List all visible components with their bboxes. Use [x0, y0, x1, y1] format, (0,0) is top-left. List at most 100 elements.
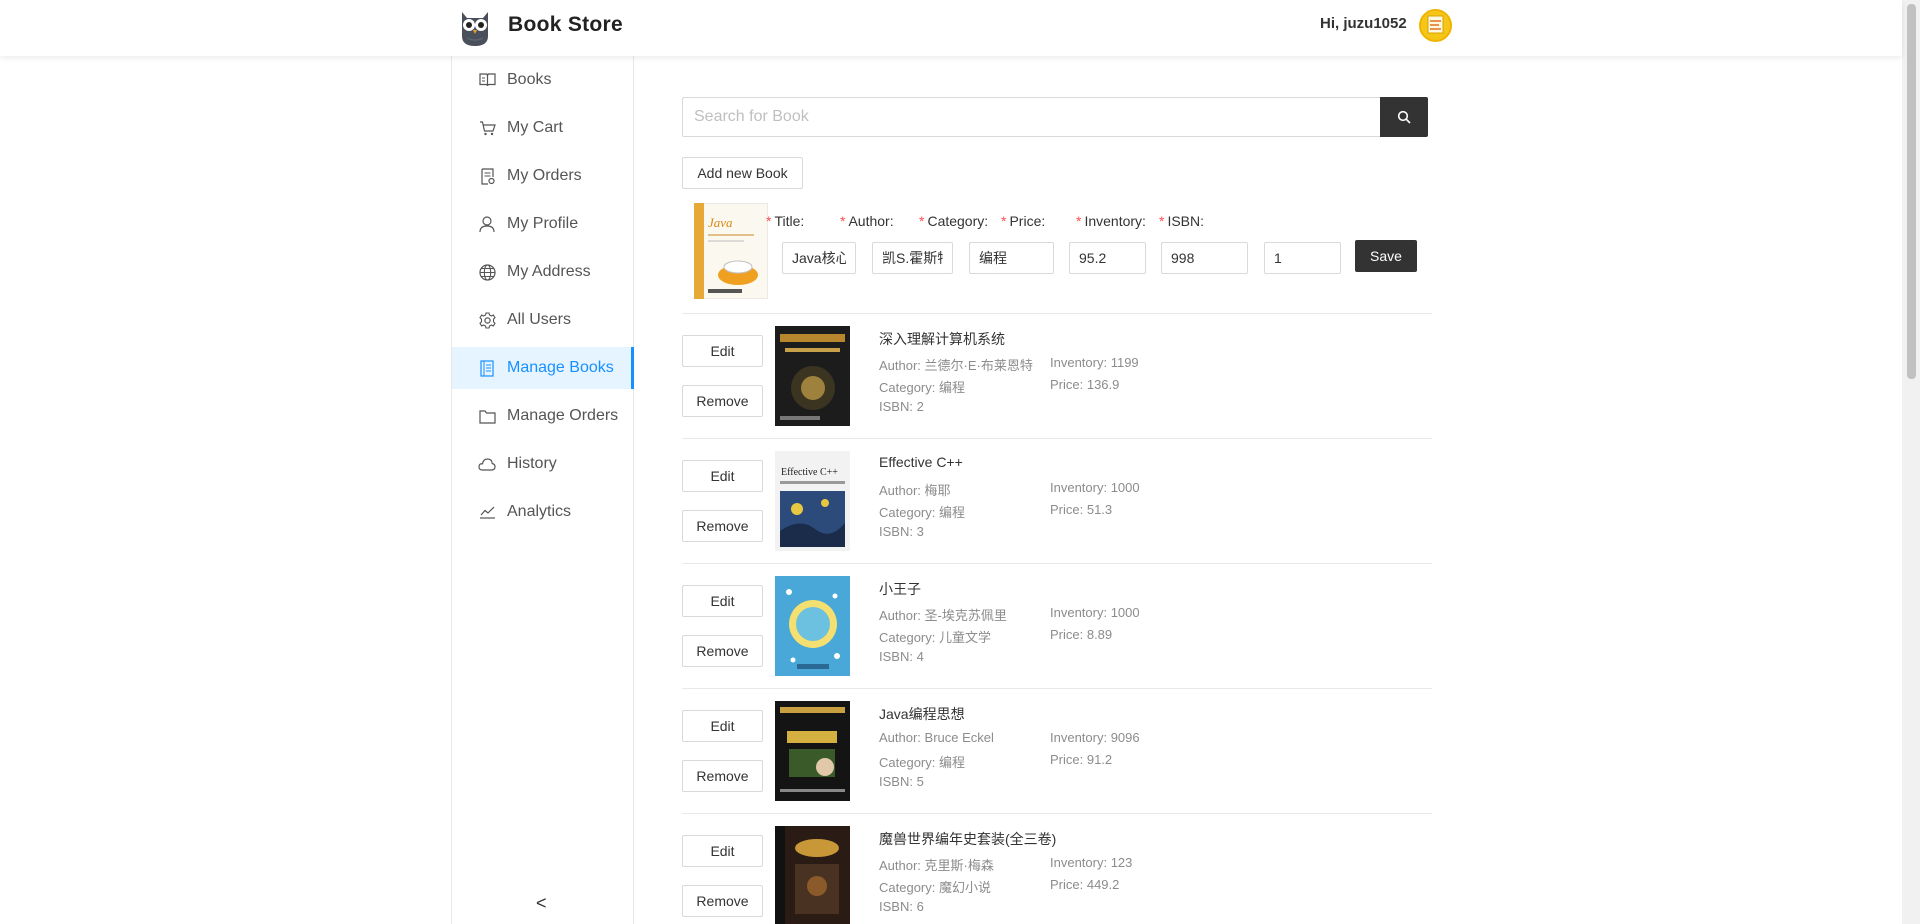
edit-book-form: Java * Title: * Author: * Category: * Price:…: [682, 199, 1432, 303]
remove-book-button[interactable]: Remove: [682, 760, 763, 792]
sidebar-item-label: Books: [507, 71, 552, 88]
book-category: Category: 儿童文学: [879, 630, 991, 645]
book-price: Price: 449.2: [1050, 877, 1120, 892]
user-greeting: Hi, juzu1052: [1320, 15, 1407, 32]
search-input[interactable]: [682, 97, 1381, 137]
book-inventory: Inventory: 1000: [1050, 480, 1140, 495]
author-label: * Author:: [840, 213, 894, 229]
book-row: Edit Remove Java编程思想 Author: Bruce Eckel…: [682, 688, 1432, 813]
category-field[interactable]: [969, 242, 1054, 274]
svg-text:Effective C++: Effective C++: [781, 467, 838, 478]
book-price: Price: 136.9: [1050, 377, 1120, 392]
avatar[interactable]: [1419, 9, 1452, 42]
book-cover-image: [775, 326, 850, 426]
sidebar-item-my-orders[interactable]: My Orders: [452, 155, 634, 197]
book-price: Price: 8.89: [1050, 627, 1113, 642]
add-new-book-button[interactable]: Add new Book: [682, 157, 803, 189]
gear-icon: [478, 311, 496, 329]
sidebar-item-my-profile[interactable]: My Profile: [452, 203, 634, 245]
search-icon: [1397, 110, 1411, 124]
cloud-icon: [478, 455, 496, 473]
sidebar-item-label: Manage Books: [507, 359, 614, 376]
svg-text:Java: Java: [708, 215, 733, 230]
top-header: Book Store Hi, juzu1052: [0, 0, 1902, 56]
remove-book-button[interactable]: Remove: [682, 635, 763, 667]
book-cover-image: Java: [694, 203, 768, 299]
user-icon: [478, 215, 496, 233]
book-isbn: ISBN: 5: [879, 774, 924, 789]
title-label: * Title:: [766, 213, 805, 229]
book-author: Author: Bruce Eckel: [879, 730, 994, 745]
book-inventory: Inventory: 9096: [1050, 730, 1140, 745]
avatar-image-icon: [1427, 15, 1444, 34]
globe-icon: [478, 263, 496, 281]
edit-book-button[interactable]: Edit: [682, 585, 763, 617]
category-label: * Category:: [919, 213, 989, 229]
sidebar-item-manage-books[interactable]: Manage Books: [452, 347, 634, 389]
folder-icon: [478, 407, 496, 425]
sidebar-item-history[interactable]: History: [452, 443, 634, 485]
book-category: Category: 编程: [879, 380, 965, 395]
book-isbn: ISBN: 2: [879, 399, 924, 414]
book-inventory: Inventory: 1000: [1050, 605, 1140, 620]
edit-book-button[interactable]: Edit: [682, 460, 763, 492]
book-cover-image: Effective C++: [775, 451, 850, 551]
book-title: Java编程思想: [879, 706, 965, 722]
sidebar-item-label: Analytics: [507, 503, 572, 520]
book-author: Author: 圣-埃克苏佩里: [879, 608, 1007, 623]
sidebar-item-label: My Address: [507, 263, 591, 280]
sidebar-item-label: My Cart: [507, 119, 563, 136]
save-button[interactable]: Save: [1355, 240, 1417, 272]
sidebar-item-label: My Orders: [507, 167, 582, 184]
book-cover-image: [775, 576, 850, 676]
sidebar-item-label: History: [507, 455, 557, 472]
book-category: Category: 编程: [879, 505, 965, 520]
book-isbn: ISBN: 6: [879, 899, 924, 914]
remove-book-button[interactable]: Remove: [682, 510, 763, 542]
book-price: Price: 91.2: [1050, 752, 1113, 767]
brand-title: Book Store: [508, 13, 624, 36]
book-author: Author: 克里斯·梅森: [879, 858, 994, 873]
sidebar-item-my-cart[interactable]: My Cart: [452, 107, 634, 149]
sidebar-item-analytics[interactable]: Analytics: [452, 491, 634, 533]
book-row: Edit Remove 深入理解计算机系统 Author: 兰德尔·E·布莱恩特…: [682, 313, 1432, 438]
book-row: Edit Remove 魔兽世界编年史套装(全三卷) Author: 克里斯·梅…: [682, 813, 1432, 924]
sidebar-item-my-address[interactable]: My Address: [452, 251, 634, 293]
edit-book-button[interactable]: Edit: [682, 710, 763, 742]
price-label: * Price:: [1001, 213, 1046, 229]
book-row: Edit Remove 小王子 Author: 圣-埃克苏佩里 Category…: [682, 563, 1432, 688]
inventory-field[interactable]: [1161, 242, 1248, 274]
orders-icon: [478, 167, 496, 185]
book-author: Author: 梅耶: [879, 483, 951, 498]
page-scrollbar[interactable]: [1902, 0, 1920, 924]
edit-book-button[interactable]: Edit: [682, 335, 763, 367]
sidebar: Books My Cart My Orders My Profile My Ad…: [451, 56, 634, 924]
book-price: Price: 51.3: [1050, 502, 1113, 517]
book-title: 魔兽世界编年史套装(全三卷): [879, 831, 1057, 847]
sidebar-item-label: Manage Orders: [507, 407, 619, 424]
book-title: 深入理解计算机系统: [879, 331, 1005, 347]
sidebar-item-books[interactable]: Books: [452, 59, 634, 101]
isbn-field[interactable]: [1264, 242, 1341, 274]
sidebar-item-manage-orders[interactable]: Manage Orders: [452, 395, 634, 437]
chart-line-icon: [478, 503, 496, 521]
book-title: Effective C++: [879, 454, 963, 470]
sidebar-item-all-users[interactable]: All Users: [452, 299, 634, 341]
search-button[interactable]: [1380, 97, 1428, 137]
remove-book-button[interactable]: Remove: [682, 885, 763, 917]
sidebar-item-label: All Users: [507, 311, 572, 328]
cart-icon: [478, 119, 496, 137]
book-isbn: ISBN: 4: [879, 649, 924, 664]
book-isbn: ISBN: 3: [879, 524, 924, 539]
book-inventory: Inventory: 123: [1050, 855, 1133, 870]
author-field[interactable]: [872, 242, 953, 274]
edit-book-button[interactable]: Edit: [682, 835, 763, 867]
price-field[interactable]: [1069, 242, 1146, 274]
title-field[interactable]: [782, 242, 856, 274]
remove-book-button[interactable]: Remove: [682, 385, 763, 417]
book-row: Edit Remove Effective C++ Effective C++ …: [682, 438, 1432, 563]
book-cover-image: [775, 826, 850, 924]
collapse-sidebar-button[interactable]: <: [536, 893, 547, 914]
inventory-label: * Inventory:: [1076, 213, 1146, 229]
scrollbar-thumb[interactable]: [1907, 4, 1916, 379]
